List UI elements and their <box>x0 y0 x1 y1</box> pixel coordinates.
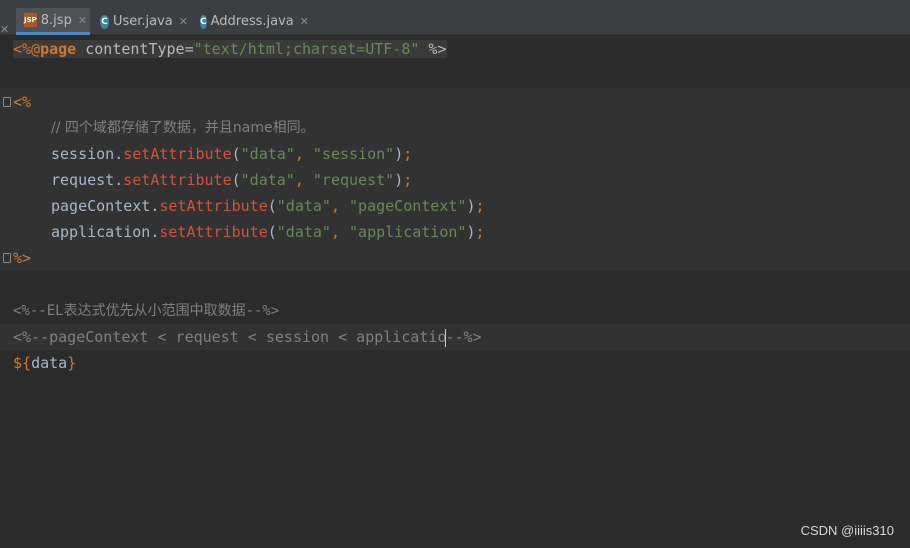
object-name: application <box>51 223 151 241</box>
code-line-page-directive[interactable]: <%@page contentType="text/html;charset=U… <box>13 36 447 62</box>
code-line-session-set[interactable]: session.setAttribute("data", "session"); <box>51 141 412 167</box>
paren-open: ( <box>231 145 241 163</box>
arg-key: "data" <box>240 145 295 163</box>
code-line-jsp-comment-1[interactable]: <%--EL表达式优先从小范围中取数据--%> <box>13 298 279 324</box>
arg-separator: , <box>330 197 350 215</box>
dot: . <box>114 145 124 163</box>
watermark-text: CSDN @iiiis310 <box>800 523 894 538</box>
arg-separator: , <box>294 171 313 189</box>
code-line-scriptlet-open[interactable]: <% <box>13 89 31 115</box>
close-icon[interactable]: ✕ <box>300 15 309 28</box>
jsp-comment: <%--EL表达式优先从小范围中取数据--%> <box>13 303 280 319</box>
directive-name: page <box>40 40 77 58</box>
el-open: ${ <box>13 354 32 372</box>
close-icon[interactable]: ✕ <box>78 14 87 27</box>
object-name: session <box>51 145 115 163</box>
fold-marker-icon[interactable] <box>3 97 11 107</box>
method-name: setAttribute <box>123 145 232 163</box>
arg-separator: , <box>294 145 313 163</box>
el-close: } <box>67 354 77 372</box>
arg-key: "data" <box>276 197 331 215</box>
arg-separator: , <box>330 223 350 241</box>
semicolon: ; <box>403 145 413 163</box>
directive-attr: contentType= <box>76 40 194 58</box>
code-line-pagecontext-set[interactable]: pageContext.setAttribute("data", "pageCo… <box>51 193 485 219</box>
line-comment: // 四个域都存储了数据，并且name相同。 <box>51 120 315 136</box>
java-class-icon: C <box>100 14 109 29</box>
tab-8-jsp[interactable]: JSP 8.jsp ✕ <box>16 8 90 35</box>
code-line-scriptlet-close[interactable]: %> <box>13 245 31 271</box>
tab-address-java[interactable]: C Address.java ✕ <box>192 8 310 35</box>
code-line-el-expression[interactable]: ${data} <box>13 350 76 376</box>
scriptlet-open-tag: <% <box>13 93 32 111</box>
directive-open: <%@ <box>13 40 41 58</box>
arg-key: "data" <box>276 223 331 241</box>
code-line-request-set[interactable]: request.setAttribute("data", "request"); <box>51 167 412 193</box>
semicolon: ; <box>403 171 413 189</box>
method-name: setAttribute <box>159 197 268 215</box>
tab-label: Address.java <box>210 14 294 29</box>
tab-label: User.java <box>112 14 173 29</box>
semicolon: ; <box>475 223 485 241</box>
directive-close: %> <box>419 40 447 58</box>
paren-open: ( <box>231 171 241 189</box>
directive-value: "text/html;charset=UTF-8" <box>193 40 420 58</box>
editor-tab-bar: ✕ JSP 8.jsp ✕ C User.java ✕ C Address.ja… <box>0 8 910 36</box>
arg-key: "data" <box>240 171 295 189</box>
paren-close: ) <box>394 171 404 189</box>
arg-value: "session" <box>312 145 395 163</box>
java-class-icon: C <box>200 14 207 29</box>
paren-open: ( <box>267 197 277 215</box>
code-editor[interactable]: <%@page contentType="text/html;charset=U… <box>0 35 910 548</box>
semicolon: ; <box>475 197 485 215</box>
close-icon[interactable]: ✕ <box>179 15 188 28</box>
paren-close: ) <box>394 145 404 163</box>
object-name: pageContext <box>51 197 151 215</box>
code-line-jsp-comment-2[interactable]: <%--pageContext < request < session < ap… <box>13 324 482 350</box>
scriptlet-close-tag: %> <box>13 249 32 267</box>
code-line-comment[interactable]: // 四个域都存储了数据，并且name相同。 <box>51 115 315 141</box>
dot: . <box>114 171 124 189</box>
tab-label: 8.jsp <box>40 12 72 28</box>
tab-user-java[interactable]: C User.java ✕ <box>92 8 194 35</box>
window-top-strip <box>0 0 910 8</box>
arg-value: "application" <box>349 223 467 241</box>
jsp-comment: <%--pageContext < request < session < ap… <box>13 328 447 346</box>
jsp-comment-close: --%> <box>445 328 482 346</box>
arg-value: "request" <box>312 171 395 189</box>
jsp-file-icon: JSP <box>24 13 37 27</box>
object-name: request <box>51 171 115 189</box>
method-name: setAttribute <box>123 171 232 189</box>
method-name: setAttribute <box>159 223 268 241</box>
code-line-application-set[interactable]: application.setAttribute("data", "applic… <box>51 219 485 245</box>
fold-marker-icon[interactable] <box>3 253 11 263</box>
el-variable: data <box>31 354 68 372</box>
arg-value: "pageContext" <box>349 197 467 215</box>
paren-open: ( <box>267 223 277 241</box>
